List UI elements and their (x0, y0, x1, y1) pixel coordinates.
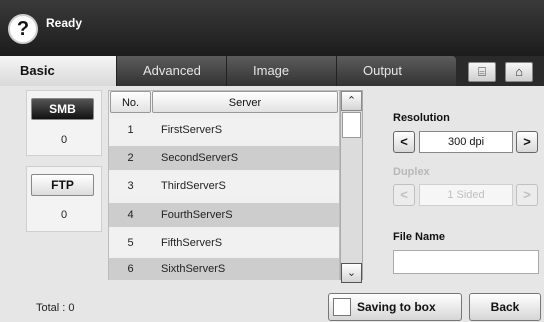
address-book-icon[interactable]: ⌸ (468, 62, 496, 82)
resolution-prev-button[interactable]: < (393, 131, 415, 153)
resolution-value: 300 dpi (419, 131, 513, 153)
duplex-label: Duplex (393, 166, 430, 178)
row-server: ThirdServerS (161, 180, 226, 192)
resolution-label: Resolution (393, 112, 450, 124)
ftp-count: 0 (60, 209, 68, 221)
row-number: 1 (127, 124, 134, 136)
row-number: 5 (127, 237, 134, 249)
question-mark-icon: ? (16, 18, 30, 40)
tab-image[interactable]: Image (226, 56, 342, 86)
chevron-left-icon: < (400, 134, 408, 149)
row-server: FirstServerS (161, 124, 223, 136)
home-icon[interactable]: ⌂ (505, 62, 533, 82)
row-server: SixthServerS (161, 263, 226, 275)
chevron-left-icon: < (400, 187, 408, 202)
file-name-field[interactable] (393, 250, 539, 274)
scrollbar-thumb[interactable] (342, 112, 361, 138)
chevron-right-icon: > (523, 187, 531, 202)
duplex-prev-button[interactable]: < (393, 184, 415, 206)
saving-to-box-label: Saving to box (357, 300, 436, 314)
row-number: 4 (127, 209, 134, 221)
scroll-down-button[interactable]: ⌄ (341, 263, 362, 283)
smb-count: 0 (60, 134, 68, 146)
tab-basic[interactable]: Basic (0, 56, 132, 86)
status-text: Ready (46, 16, 83, 30)
tab-output[interactable]: Output (336, 56, 456, 86)
bottom-bar (0, 287, 544, 322)
ftp-button[interactable]: FTP (31, 174, 94, 196)
duplex-next-button[interactable]: > (516, 184, 538, 206)
row-number: 2 (127, 152, 134, 164)
total-count: Total : 0 (36, 302, 75, 314)
chevron-up-icon: ⌃ (346, 95, 357, 107)
back-button[interactable]: Back (469, 293, 541, 321)
scroll-up-button[interactable]: ⌃ (341, 91, 362, 111)
saving-to-box-checkbox[interactable] (333, 298, 351, 316)
row-server: FifthServerS (161, 237, 223, 249)
column-header-server[interactable]: Server (152, 91, 338, 113)
help-button[interactable]: ? (8, 14, 38, 44)
row-number: 6 (127, 263, 134, 275)
tab-advanced[interactable]: Advanced (116, 56, 236, 86)
row-server: SecondServerS (161, 152, 239, 164)
chevron-down-icon: ⌄ (346, 267, 357, 279)
row-number: 3 (127, 180, 134, 192)
duplex-value: 1 Sided (419, 184, 513, 206)
column-header-no[interactable]: No. (110, 91, 151, 113)
chevron-right-icon: > (523, 134, 531, 149)
smb-button[interactable]: SMB (31, 98, 94, 120)
row-server: FourthServerS (161, 209, 233, 221)
resolution-next-button[interactable]: > (516, 131, 538, 153)
file-name-label: File Name (393, 231, 445, 243)
